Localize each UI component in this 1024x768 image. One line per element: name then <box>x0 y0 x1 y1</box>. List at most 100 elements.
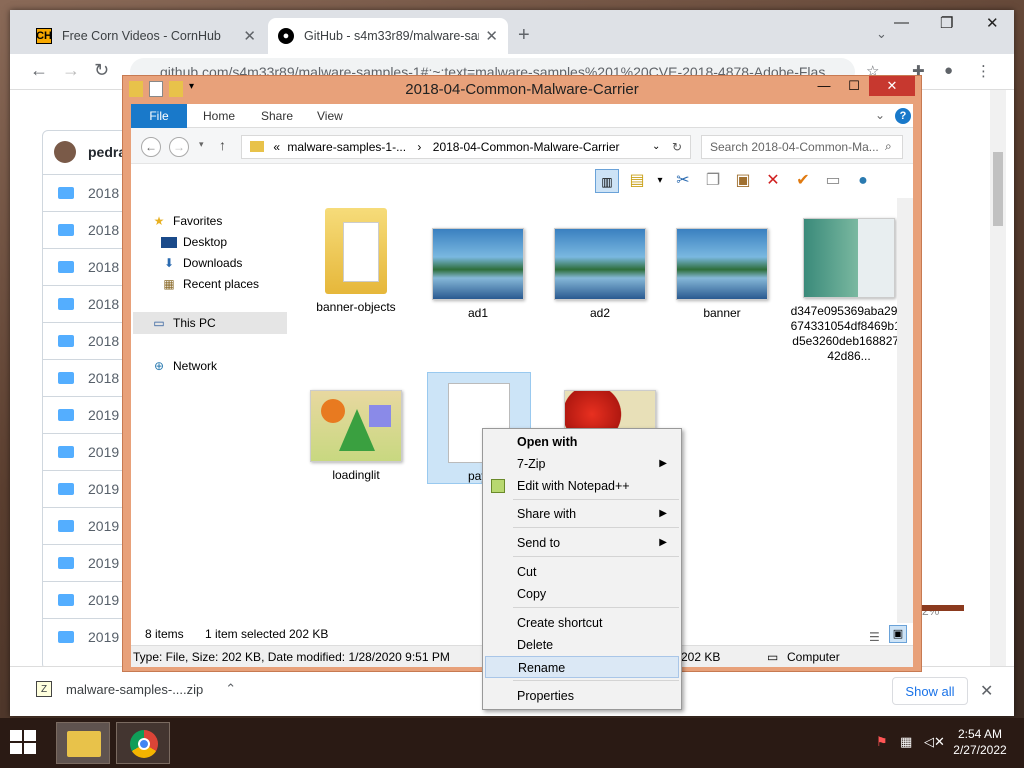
file-row[interactable]: 2019 <box>42 470 130 507</box>
help-icon[interactable]: ? <box>895 108 911 124</box>
file-row[interactable]: 2019 <box>42 544 130 581</box>
file-row[interactable]: 2019 <box>42 396 130 433</box>
file-view-scrollbar[interactable] <box>897 198 913 623</box>
profile-icon[interactable]: ● <box>944 62 953 79</box>
close-icon[interactable]: ✕ <box>980 681 993 701</box>
file-item[interactable]: d347e095369aba294f674331054df8469b12d5e3… <box>789 208 909 364</box>
copy-icon[interactable]: ❐ <box>701 169 725 193</box>
nav-desktop[interactable]: Desktop <box>161 235 227 249</box>
address-box[interactable]: « malware-samples-1-... › 2018-04-Common… <box>241 135 691 159</box>
file-row[interactable]: 2018 <box>42 211 130 248</box>
preview-pane-icon[interactable]: ▥ <box>595 169 619 193</box>
file-row[interactable]: 2018 <box>42 359 130 396</box>
close-icon[interactable]: ✕ <box>485 27 498 45</box>
chevron-down-icon[interactable]: ⌄ <box>652 136 660 158</box>
maximize-icon[interactable]: ❐ <box>940 14 953 32</box>
menu-item-7zip[interactable]: 7-Zip ▶ <box>485 453 679 475</box>
show-all-button[interactable]: Show all <box>892 677 968 705</box>
maximize-icon[interactable]: ☐ <box>839 76 869 96</box>
cut-icon[interactable]: ✂ <box>671 169 695 193</box>
chevron-up-icon[interactable]: ⌃ <box>225 681 236 697</box>
nav-recent[interactable]: ▦ Recent places <box>161 277 259 291</box>
tab-file[interactable]: File <box>131 104 187 128</box>
file-item[interactable]: loadinglit <box>301 372 411 483</box>
menu-item-send-to[interactable]: Send to ▶ <box>485 532 679 554</box>
up-icon[interactable]: ↑ <box>219 137 226 153</box>
windows-start-icon[interactable] <box>10 730 38 756</box>
close-icon[interactable]: ✕ <box>869 76 915 96</box>
file-name: banner-objects <box>316 300 396 314</box>
volume-muted-icon[interactable]: ◁✕ <box>924 734 945 750</box>
folder-check-icon[interactable]: ▤ <box>625 169 649 193</box>
menu-item-cut[interactable]: Cut <box>485 561 679 583</box>
file-item[interactable]: banner-objects <box>301 208 411 315</box>
tab-github[interactable]: ● GitHub - s4m33r89/malware-samples ✕ <box>268 18 508 54</box>
close-icon[interactable]: ✕ <box>986 14 999 32</box>
breadcrumb-parent[interactable]: malware-samples-1-... <box>287 140 406 154</box>
tab-cornhub[interactable]: CH Free Corn Videos - CornHub ✕ <box>26 18 266 54</box>
paste-icon[interactable]: ▣ <box>731 169 755 193</box>
globe-icon[interactable]: ● <box>851 169 875 193</box>
close-icon[interactable]: ✕ <box>243 27 256 45</box>
file-row[interactable]: 2018 <box>42 322 130 359</box>
menu-item-rename[interactable]: Rename <box>485 656 679 678</box>
reload-icon[interactable]: ↻ <box>94 60 109 81</box>
minimize-icon[interactable]: — <box>894 14 909 31</box>
chevron-down-icon[interactable]: ▾ <box>199 139 204 150</box>
menu-item-copy[interactable]: Copy <box>485 583 679 605</box>
file-row[interactable]: 2019 <box>42 581 130 618</box>
refresh-icon[interactable]: ↻ <box>672 136 682 158</box>
large-icons-view-icon[interactable]: ▣ <box>889 625 907 643</box>
file-row[interactable]: 2019 <box>42 433 130 470</box>
network-tray-icon[interactable]: ▦ <box>900 734 912 750</box>
tab-share[interactable]: Share <box>247 104 307 128</box>
file-item[interactable]: ad1 <box>423 208 533 321</box>
file-item[interactable]: banner <box>667 208 777 321</box>
search-input[interactable]: Search 2018-04-Common-Ma... <box>701 135 903 159</box>
nav-network[interactable]: ⊕ Network <box>151 359 217 373</box>
delete-icon[interactable]: ✕ <box>761 169 785 193</box>
nav-label: This PC <box>173 316 216 330</box>
folder-icon <box>58 261 74 273</box>
breadcrumb-current[interactable]: 2018-04-Common-Malware-Carrier <box>433 140 620 154</box>
nav-label: Downloads <box>183 256 243 270</box>
forward-icon[interactable]: → <box>169 137 189 157</box>
chrome-taskbar-icon[interactable] <box>116 722 170 764</box>
chevron-down-icon[interactable]: ⌄ <box>875 108 885 122</box>
file-row-label: 2018 <box>88 259 120 275</box>
tab-view[interactable]: View <box>303 104 357 128</box>
file-item[interactable]: ad2 <box>545 208 655 321</box>
check-icon[interactable]: ✔ <box>791 169 815 193</box>
menu-item-delete[interactable]: Delete <box>485 634 679 656</box>
file-row[interactable]: 2018 <box>42 248 130 285</box>
chevron-down-icon[interactable]: ▾ <box>655 169 665 193</box>
menu-item-share-with[interactable]: Share with ▶ <box>485 503 679 525</box>
file-explorer-taskbar-icon[interactable] <box>56 722 110 764</box>
clock[interactable]: 2:54 AM 2/27/2022 <box>950 726 1010 758</box>
minimize-icon[interactable]: — <box>809 76 839 96</box>
file-row[interactable]: 2019 <box>42 618 130 655</box>
back-icon[interactable]: ← <box>141 137 161 157</box>
file-row[interactable]: 2018 <box>42 174 130 211</box>
menu-icon[interactable]: ⋮ <box>976 62 991 80</box>
chevron-down-icon[interactable]: ⌄ <box>876 26 887 42</box>
file-row[interactable]: 2018 <box>42 285 130 322</box>
nav-favorites[interactable]: ★ Favorites <box>151 214 223 228</box>
commit-author[interactable]: pedra <box>42 130 130 174</box>
menu-item-open-with[interactable]: Open with <box>485 431 679 453</box>
rename-icon[interactable]: ▭ <box>821 169 845 193</box>
forward-icon[interactable]: → <box>62 60 80 81</box>
back-icon[interactable]: ← <box>30 60 48 81</box>
page-scrollbar[interactable] <box>990 90 1006 670</box>
flag-icon[interactable]: ⚑ <box>876 734 888 750</box>
file-row[interactable]: 2019 <box>42 507 130 544</box>
nav-downloads[interactable]: ⬇ Downloads <box>161 256 242 270</box>
menu-item-properties[interactable]: Properties <box>485 685 679 707</box>
nav-thispc[interactable]: ▭ This PC <box>133 312 287 334</box>
menu-item-create-shortcut[interactable]: Create shortcut <box>485 612 679 634</box>
download-item[interactable]: Z malware-samples-....zip ⌃ <box>36 681 236 697</box>
file-row-label: 2018 <box>88 296 120 312</box>
menu-item-notepadpp[interactable]: Edit with Notepad++ <box>485 475 679 497</box>
new-tab-icon[interactable]: + <box>518 24 530 47</box>
tab-home[interactable]: Home <box>189 104 249 128</box>
